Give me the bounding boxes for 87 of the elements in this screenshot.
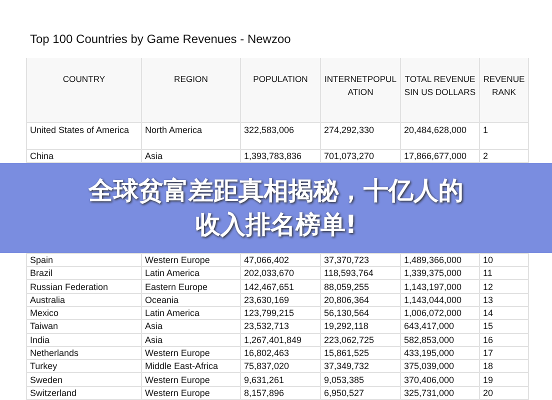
table-cell: 142,467,651	[240, 280, 320, 294]
table-cell: 1,006,072,000	[400, 306, 480, 320]
table-cell: 88,059,255	[320, 280, 400, 294]
table-cell: Asia	[142, 333, 240, 346]
table-cell: 10	[480, 253, 528, 267]
table-cell: 17	[480, 346, 528, 360]
table-cell: 1	[480, 122, 528, 149]
table-cell: Taiwan	[26, 320, 142, 334]
table-cell: 1,143,044,000	[400, 293, 480, 306]
table-cell: Spain	[26, 253, 142, 267]
table-cell: 202,033,670	[240, 266, 320, 280]
table-cell: 370,406,000	[400, 372, 480, 386]
table-cell: 375,039,000	[400, 360, 480, 373]
headline-text: 收入排名榜单!	[195, 208, 357, 241]
table-cell: 37,349,732	[320, 360, 400, 373]
table-cell: 14	[480, 306, 528, 320]
table-cell: 8,157,896	[240, 386, 320, 400]
column-header: REVENUERANK	[480, 58, 528, 122]
table-cell: 23,630,169	[240, 293, 320, 306]
table-cell: Eastern Europe	[142, 280, 240, 294]
table-cell: 325,731,000	[400, 386, 480, 400]
table-cell: 15	[480, 320, 528, 334]
table-cell: 582,853,000	[400, 333, 480, 346]
table-cell: 1,489,366,000	[400, 253, 480, 267]
table-cell: 223,062,725	[320, 333, 400, 346]
table-cell: 15,861,525	[320, 346, 400, 360]
table-cell: 322,583,006	[240, 122, 320, 149]
table-cell: 1,339,375,000	[400, 266, 480, 280]
column-header: TOTAL REVENUESIN US DOLLARS	[400, 58, 480, 122]
table-cell: 123,799,215	[240, 306, 320, 320]
table-cell: Middle East-Africa	[142, 360, 240, 373]
table-cell: 56,130,564	[320, 306, 400, 320]
table-cell: Western Europe	[142, 372, 240, 386]
table-cell: Russian Federation	[26, 280, 142, 294]
table-cell: 2	[480, 149, 528, 162]
table-cell: Latin America	[142, 266, 240, 280]
table-cell: China	[26, 149, 142, 162]
table-cell: 37,370,723	[320, 253, 400, 267]
table-cell: 20,806,364	[320, 293, 400, 306]
table-cell: 12	[480, 280, 528, 294]
table-cell: 274,292,330	[320, 122, 400, 149]
table-cell: 701,073,270	[320, 149, 400, 162]
table-cell: 18	[480, 360, 528, 373]
table-cell: India	[26, 333, 142, 346]
table-cell: 11	[480, 266, 528, 280]
table-cell: 6,950,527	[320, 386, 400, 400]
table-cell: 17,866,677,000	[400, 149, 480, 162]
table-cell: 23,532,713	[240, 320, 320, 334]
table-cell: Mexico	[26, 306, 142, 320]
table-cell: 9,053,385	[320, 372, 400, 386]
table-cell: 9,631,261	[240, 372, 320, 386]
table-cell: Brazil	[26, 266, 142, 280]
table-cell: Asia	[142, 320, 240, 334]
table-title: Top 100 Countries by Game Revenues - Newzoo	[29, 31, 292, 46]
table-cell: North America	[142, 122, 240, 149]
table-cell: 16,802,463	[240, 346, 320, 360]
table-cell: Netherlands	[26, 346, 142, 360]
table-cell: 643,417,000	[400, 320, 480, 334]
table-cell: Sweden	[26, 372, 142, 386]
table-cell: 20,484,628,000	[400, 122, 480, 149]
table-cell: Switzerland	[26, 386, 142, 400]
table-cell: Latin America	[142, 306, 240, 320]
table-cell: Western Europe	[142, 386, 240, 400]
table-cell: Western Europe	[142, 253, 240, 267]
table-cell: 433,195,000	[400, 346, 480, 360]
table-cell: Asia	[142, 149, 240, 162]
table-cell: 75,837,020	[240, 360, 320, 373]
table-cell: 13	[480, 293, 528, 306]
column-header: POPULATION	[240, 58, 320, 122]
table-cell: 47,066,402	[240, 253, 320, 267]
table-cell: 1,267,401,849	[240, 333, 320, 346]
table-cell: 16	[480, 333, 528, 346]
headline-text: 全球贫富差距真相揭秘，十亿人的	[88, 174, 464, 207]
table-cell: 20	[480, 386, 528, 400]
table-cell: Australia	[26, 293, 142, 306]
table-cell: 1,393,783,836	[240, 149, 320, 162]
table-cell: Western Europe	[142, 346, 240, 360]
table-cell: 19	[480, 372, 528, 386]
table-cell: 19,292,118	[320, 320, 400, 334]
table-cell: Turkey	[26, 360, 142, 373]
table-cell: Oceania	[142, 293, 240, 306]
table-cell: 118,593,764	[320, 266, 400, 280]
table-cell: United States of America	[26, 122, 142, 149]
table-cell: 1,143,197,000	[400, 280, 480, 294]
column-header: COUNTRY	[26, 58, 142, 122]
column-header: REGION	[142, 58, 240, 122]
column-header: INTERNETPOPULATION	[320, 58, 400, 122]
